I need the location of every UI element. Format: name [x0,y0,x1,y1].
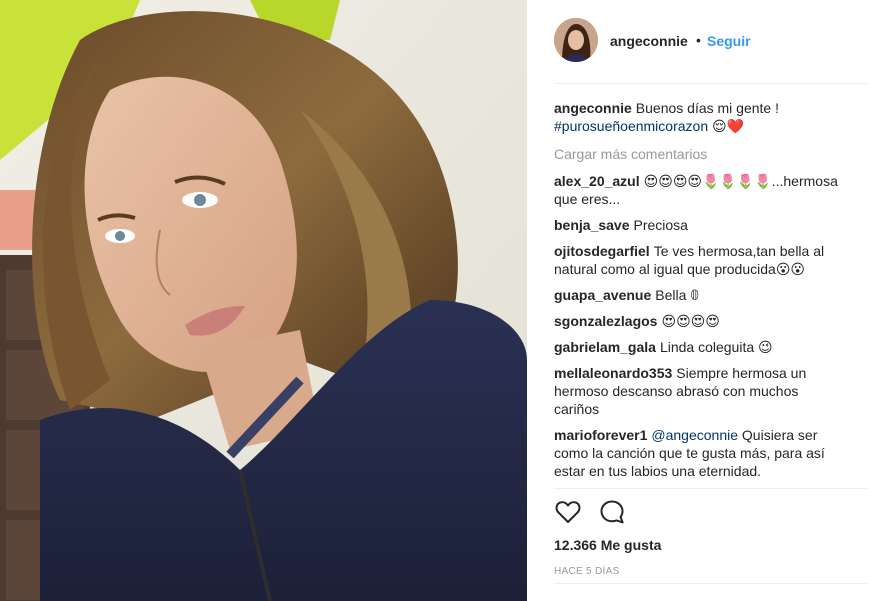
avatar[interactable] [554,18,598,62]
load-more-comments-button[interactable]: Cargar más comentarios [554,145,844,163]
comment-text: Linda coleguita 😉 [659,339,773,355]
caption-username[interactable]: angeconnie [554,100,632,116]
comment-username[interactable]: benja_save [554,217,630,233]
comment-item: sgonzalezlagos 😍😍😍😍 [554,312,844,330]
comment-username[interactable]: ojitosdegarfiel [554,243,650,259]
post-photo[interactable] [0,0,527,601]
caption-text: Buenos días mi gente ! [635,100,779,116]
caption: angeconnie Buenos días mi gente ! #purosu… [554,99,844,135]
comment-item: ojitosdegarfiel Te ves hermosa,tan bella … [554,242,844,278]
post-timestamp[interactable]: HACE 5 DÍAS [554,566,620,577]
comment-item: benja_save Preciosa [554,216,844,234]
header-username[interactable]: angeconnie [610,33,688,49]
post-sidebar: angeconnie • Seguir angeconnie Buenos día… [527,0,875,601]
actions-divider [554,488,868,489]
post-header: angeconnie • Seguir [527,0,875,84]
comment-text: Preciosa [633,217,688,233]
header-separator-dot: • [696,32,701,48]
comment-item: alex_20_azul 😍😍😍😍🌷🌷🌷🌷...hermosa que eres.… [554,172,844,208]
comment-username[interactable]: mellaleonardo353 [554,365,672,381]
comment-username[interactable]: sgonzalezlagos [554,313,657,329]
heart-outline-icon[interactable] [554,498,582,526]
comment-item: guapa_avenue Bella 𝟘 [554,286,844,304]
caption-emoji: 😌❤️ [712,118,745,134]
comment-username[interactable]: alex_20_azul [554,173,640,189]
comment-text: Bella 𝟘 [655,287,700,303]
comment-mention[interactable]: @angeconnie [651,427,738,443]
likes-count[interactable]: 12.366 Me gusta [554,537,661,553]
comment-username[interactable]: gabrielam_gala [554,339,656,355]
footer-divider [554,583,868,584]
comment-username[interactable]: marioforever1 [554,427,647,443]
comment-bubble-icon[interactable] [598,498,626,526]
comment-item: mellaleonardo353 Siempre hermosa un hermo… [554,364,844,418]
avatar-image [554,18,598,62]
comment-text: 😍😍😍😍 [661,313,720,329]
comment-username[interactable]: guapa_avenue [554,287,651,303]
follow-button[interactable]: Seguir [707,33,751,49]
comment-item: gabrielam_gala Linda coleguita 😉 [554,338,844,356]
comment-item: marioforever1 @angeconnie Quisiera ser co… [554,426,844,480]
header-divider [554,83,868,84]
caption-hashtag[interactable]: #purosueñoenmicorazon [554,118,708,134]
selfie-image [0,0,527,601]
comments-list: angeconnie Buenos días mi gente ! #purosu… [554,99,844,488]
